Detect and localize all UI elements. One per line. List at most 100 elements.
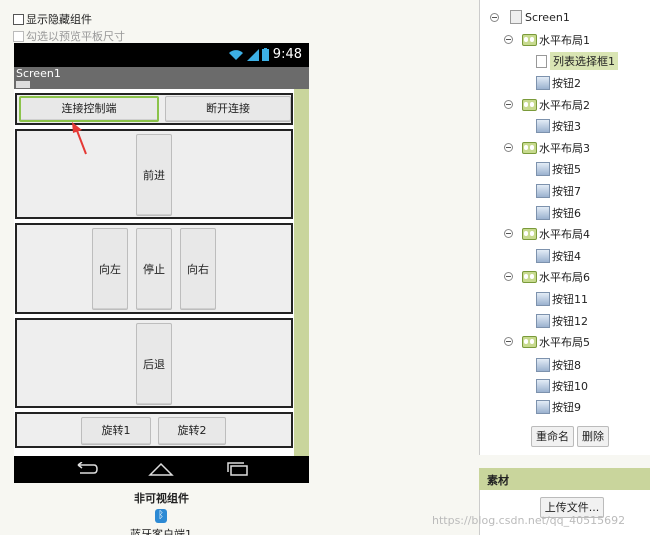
checkbox-icon[interactable] [13,13,24,25]
stop-button[interactable]: 停止 [136,228,172,310]
horizontal-layout-5[interactable]: 旋转1 旋转2 [15,412,293,448]
tree-label: 按钮2 [552,77,581,90]
screen-title-bar: Screen1 [14,67,309,89]
tree-label: 按钮6 [552,207,581,220]
tree-item-btn6[interactable]: 按钮6 [536,205,581,221]
tree-item-hbox3[interactable]: 水平布局3 [522,140,590,156]
button-icon [536,206,550,220]
annotation-arrow-icon [72,122,87,155]
tree-item-btn2[interactable]: 按钮2 [536,75,581,91]
battery-icon [262,48,269,61]
tree-label: 列表选择框1 [550,52,618,70]
tree-item-hbox5[interactable]: 水平布局5 [522,334,590,350]
button-icon [536,76,550,90]
tree-label: 按钮4 [552,250,581,263]
tree-label: 水平布局2 [539,99,590,112]
home-nav-icon[interactable] [148,462,174,476]
tree-item-btn8[interactable]: 按钮8 [536,357,581,373]
button-icon [536,314,550,328]
tablet-preview-label: 勾选以预览平板尺寸 [26,30,125,43]
tree-label: 按钮12 [552,315,588,328]
assets-header: 素材 [479,468,650,490]
non-visible-header: 非可视组件 [134,492,189,505]
tree-label: Screen1 [525,10,570,24]
collapse-icon[interactable] [490,13,499,22]
horizontal-layout-icon [522,336,537,348]
checkbox-icon [13,30,24,42]
show-hidden-checkbox[interactable]: 显示隐藏组件 [13,11,92,27]
screen-title: Screen1 [16,67,61,80]
tree-label: 按钮8 [552,359,581,372]
tree-item-screen1[interactable]: Screen1 [510,10,570,24]
back-nav-icon[interactable] [74,462,98,476]
collapse-icon[interactable] [504,35,513,44]
horizontal-layout-4[interactable]: 后退 [15,318,293,408]
button-icon [536,379,550,393]
tree-label: 水平布局4 [539,228,590,241]
connect-button[interactable]: 连接控制端 [19,96,159,122]
right-button[interactable]: 向右 [180,228,216,310]
tree-label: 按钮10 [552,380,588,393]
tree-item-btn9[interactable]: 按钮9 [536,399,581,415]
tree-item-btn12[interactable]: 按钮12 [536,313,588,329]
button-icon [536,184,550,198]
tree-label: 按钮9 [552,401,581,414]
recent-apps-icon[interactable] [226,462,250,476]
screen-icon [510,10,522,24]
left-button[interactable]: 向左 [92,228,128,310]
signal-icon [247,48,259,61]
tree-label: 水平布局6 [539,271,590,284]
delete-button[interactable]: 删除 [577,426,609,447]
tree-item-btn4[interactable]: 按钮4 [536,248,581,264]
horizontal-layout-3[interactable]: 向左 停止 向右 [15,223,293,314]
tablet-preview-checkbox: 勾选以预览平板尺寸 [13,28,125,44]
rename-button[interactable]: 重命名 [531,426,574,447]
collapse-icon[interactable] [504,337,513,346]
tree-label: 按钮11 [552,293,588,306]
collapse-icon[interactable] [504,272,513,281]
tree-item-btn5[interactable]: 按钮5 [536,161,581,177]
horizontal-layout-icon [522,271,537,283]
scrollbar[interactable] [294,89,309,456]
tree-item-btn3[interactable]: 按钮3 [536,118,581,134]
tree-label: 水平布局1 [539,34,590,47]
button-icon [536,400,550,414]
bluetooth-client-label: 蓝牙客户端1 [130,528,192,535]
tree-item-hbox6[interactable]: 水平布局6 [522,269,590,285]
button-icon [536,249,550,263]
tree-item-hbox2[interactable]: 水平布局2 [522,97,590,113]
button-icon [536,358,550,372]
tree-item-btn10[interactable]: 按钮10 [536,378,588,394]
screen-canvas: 连接控制端 断开连接 前进 向左 停止 向右 后退 旋转1 旋转2 [14,89,309,456]
collapse-icon[interactable] [504,143,513,152]
status-bar: 9:48 [14,43,309,67]
watermark: https://blog.csdn.net/qq_40515692 [432,514,626,527]
bluetooth-icon[interactable]: ᛒ [155,509,167,523]
rotate2-button[interactable]: 旋转2 [158,417,226,445]
horizontal-layout-icon [522,228,537,240]
back-button[interactable]: 后退 [136,323,172,405]
tree-label: 水平布局3 [539,142,590,155]
list-picker-icon [536,54,547,68]
horizontal-layout-icon [522,142,537,154]
tree-label: 按钮3 [552,120,581,133]
status-time: 9:48 [272,47,302,62]
button-icon [536,162,550,176]
disconnect-button[interactable]: 断开连接 [165,96,291,122]
tree-item-btn7[interactable]: 按钮7 [536,183,581,199]
tree-item-btn11[interactable]: 按钮11 [536,291,588,307]
tree-item-hbox4[interactable]: 水平布局4 [522,226,590,242]
nav-bar [14,456,309,483]
rotate1-button[interactable]: 旋转1 [81,417,151,445]
forward-button[interactable]: 前进 [136,134,172,216]
tree-item-hbox1[interactable]: 水平布局1 [522,32,590,48]
tree-label: 按钮5 [552,163,581,176]
collapse-icon[interactable] [504,229,513,238]
horizontal-layout-icon [522,99,537,111]
tree-item-list-picker[interactable]: 列表选择框1 [536,52,618,70]
horizontal-layout-2[interactable]: 前进 [15,129,293,219]
title-placeholder [16,81,30,88]
wifi-icon [229,49,243,60]
collapse-icon[interactable] [504,100,513,109]
horizontal-layout-1[interactable]: 连接控制端 断开连接 [15,93,293,125]
